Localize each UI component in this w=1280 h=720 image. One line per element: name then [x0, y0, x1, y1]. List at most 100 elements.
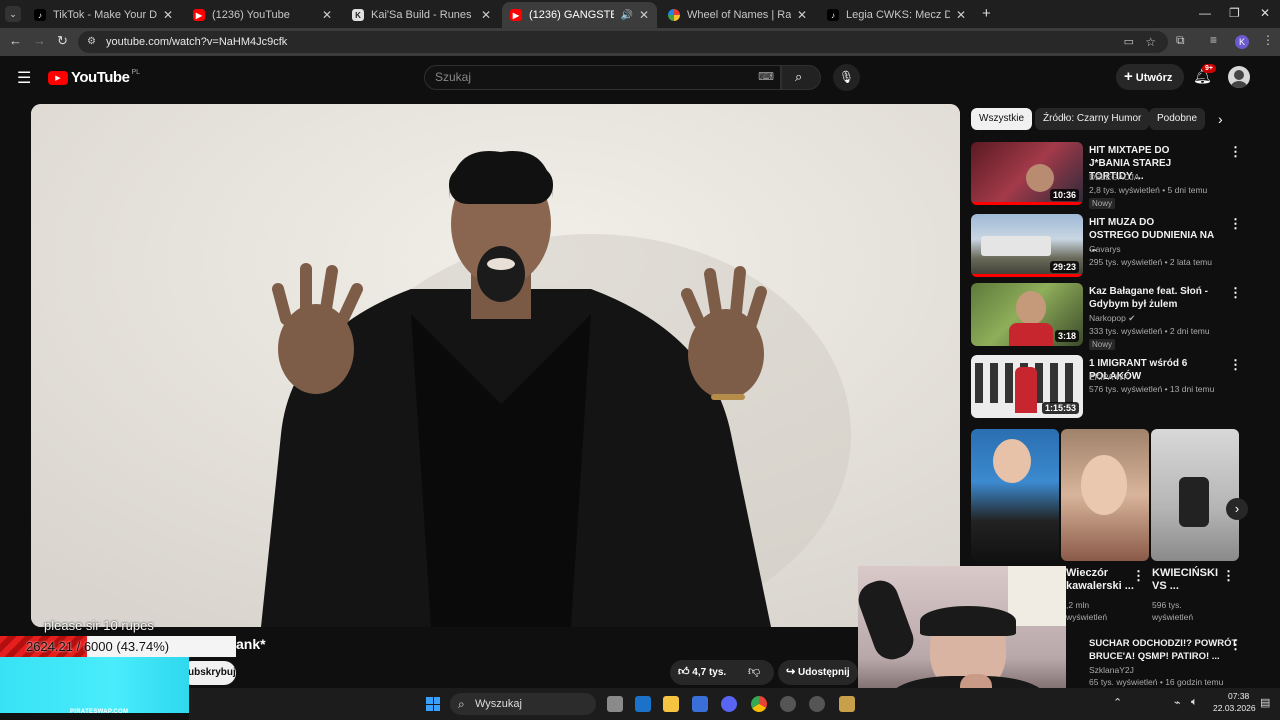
more-options-icon[interactable]: ⋮ — [1229, 357, 1242, 373]
browser-tab-wheel-of-names[interactable]: Wheel of Names | Random nam ✕ — [660, 2, 815, 28]
chips-next-chevron-icon[interactable]: › — [1218, 111, 1223, 127]
close-icon[interactable]: ✕ — [481, 8, 491, 22]
new-tab-button[interactable]: + — [982, 5, 991, 22]
url-text: youtube.com/watch?v=NaHM4Jc9cfk — [106, 36, 288, 48]
youtube-logo[interactable]: ▶ YouTube PL — [48, 69, 140, 86]
cast-icon[interactable]: ▭ — [1124, 31, 1134, 53]
more-options-icon[interactable]: ⋮ — [1229, 216, 1242, 232]
verified-icon: ✔ — [1128, 313, 1136, 323]
channel-name[interactable]: DELEGACJA — [1089, 172, 1140, 182]
notifications-button[interactable]: 🔔︎ 9+ — [1193, 64, 1216, 85]
browser-tab-gangsterskie[interactable]: ▶ (1236) GANGSTERSKIE PORA 🔊 ✕ — [502, 2, 657, 28]
reading-list-icon[interactable]: ≡ — [1210, 33, 1217, 47]
search-button[interactable]: ⌕ — [781, 65, 821, 90]
share-button[interactable]: ↪ Udostępnij — [778, 660, 858, 685]
new-badge: Nowy — [1089, 339, 1116, 350]
close-icon[interactable]: ✕ — [956, 8, 966, 22]
bookmark-star-icon[interactable]: ☆ — [1145, 31, 1156, 53]
hamburger-menu-icon[interactable]: ☰ — [17, 68, 31, 88]
outlook-icon[interactable] — [635, 696, 651, 712]
keyboard-icon[interactable]: ⌨ — [758, 66, 774, 89]
dislike-button[interactable]: 👎︎ — [748, 664, 760, 679]
search-input[interactable]: Szukaj ⌨ — [424, 65, 781, 90]
new-badge: Nowy — [1089, 198, 1116, 209]
browser-menu-icon[interactable]: ⋮ — [1262, 33, 1274, 47]
close-icon[interactable]: ✕ — [639, 8, 649, 22]
address-bar[interactable]: ⚙ youtube.com/watch?v=NaHM4Jc9cfk ▭ ☆ — [78, 31, 1168, 53]
browser-tab-legia[interactable]: ♪ Legia CWKS: Mecz Derbowy i P ✕ — [819, 2, 974, 28]
chip-similar[interactable]: Podobne — [1149, 108, 1206, 130]
network-icon[interactable]: ⌁ — [1174, 696, 1181, 709]
browser-tab-kaisa-build[interactable]: K Kai'Sa Build - Runes & Items Pa ✕ — [344, 2, 499, 28]
short-thumbnail-1[interactable] — [971, 429, 1059, 561]
forward-icon[interactable]: → — [33, 33, 46, 48]
tray-icon[interactable]: ⌃ — [1113, 696, 1122, 709]
channel-name[interactable]: Narkopop ✔ — [1089, 313, 1135, 324]
microsoft-store-icon[interactable] — [692, 696, 708, 712]
plus-icon: + — [1124, 68, 1133, 85]
video-meta: 65 tys. wyświetleń • 16 godzin temu — [1089, 677, 1224, 687]
chrome-icon[interactable] — [751, 696, 767, 712]
like-button[interactable]: 👍︎ 4,7 tys. — [678, 665, 726, 678]
account-avatar[interactable] — [1228, 66, 1250, 88]
close-icon[interactable]: ✕ — [163, 8, 173, 22]
minimize-icon[interactable]: — — [1199, 6, 1211, 20]
tiktok-icon: ♪ — [827, 9, 839, 21]
create-button[interactable]: + Utwórz — [1116, 64, 1184, 90]
clock-date[interactable]: 22.03.2026 — [1213, 703, 1256, 713]
chip-source[interactable]: Źródło: Czarny Humor — [1035, 108, 1150, 130]
clock-time[interactable]: 07:38 — [1228, 691, 1249, 701]
site-info-icon[interactable]: ⚙ — [87, 31, 96, 53]
more-options-icon[interactable]: ⋮ — [1222, 568, 1235, 584]
app-icon[interactable] — [809, 696, 825, 712]
shorts-next-button[interactable]: › — [1226, 498, 1248, 520]
short-thumbnail-3[interactable] — [1151, 429, 1239, 561]
thumbs-up-icon: 👍︎ — [678, 666, 690, 678]
file-explorer-icon[interactable] — [663, 696, 679, 712]
more-options-icon[interactable]: ⋮ — [1132, 568, 1145, 584]
related-video-2[interactable]: 29:23 HIT MUZA DO OSTREGO DUDNIENIA NA ..… — [971, 214, 1242, 282]
back-icon[interactable]: ← — [9, 33, 22, 48]
notifications-badge: 9+ — [1202, 64, 1216, 73]
close-icon[interactable]: ✕ — [322, 8, 332, 22]
close-icon[interactable]: ✕ — [797, 8, 807, 22]
related-video-3[interactable]: 3:18 Kaz Bałagane feat. Słoń - Gdybym był… — [971, 283, 1242, 351]
share-icon: ↪ — [786, 666, 796, 678]
extensions-icon[interactable]: ⧉ — [1176, 33, 1185, 48]
related-video-4[interactable]: 1:15:53 1 IMIGRANT wśród 6 POLAKÓW EKIPA… — [971, 355, 1242, 423]
tiktok-icon: ♪ — [34, 9, 46, 21]
video-player[interactable] — [31, 104, 960, 627]
short-thumbnail-2[interactable] — [1061, 429, 1149, 561]
short-title-2: KWIECIŃSKI VS ... — [1152, 567, 1218, 592]
related-video-1[interactable]: 10:36 HIT MIXTAPE DO J*BANIA STAREJ TORTI… — [971, 142, 1242, 210]
tab-search-dropdown-icon[interactable]: ⌄ — [5, 6, 21, 22]
related-video-5[interactable]: SUCHAR ODCHODZI!? POWRÓT BRUCE'A! QSMP! P… — [1066, 636, 1246, 687]
speaker-icon[interactable]: 🔊 — [620, 10, 632, 21]
channel-name[interactable]: Gavarys — [1089, 244, 1121, 254]
channel-name[interactable]: SzklanaY2J — [1089, 665, 1134, 675]
browser-tab-youtube-home[interactable]: ▶ (1236) YouTube ✕ — [185, 2, 340, 28]
app-icon[interactable] — [780, 696, 796, 712]
league-client-icon[interactable] — [839, 696, 855, 712]
short-views-1: ,2 mln wyświetleń — [1066, 600, 1108, 622]
channel-name[interactable]: EKIPA WK — [1089, 372, 1129, 382]
video-meta: 333 tys. wyświetleń • 2 dni temu — [1089, 326, 1210, 336]
taskbar-search-box[interactable]: ⌕ Wyszukaj — [450, 693, 596, 715]
task-view-icon[interactable] — [607, 696, 623, 712]
browser-tab-tiktok[interactable]: ♪ TikTok - Make Your Day ✕ — [26, 2, 181, 28]
more-options-icon[interactable]: ⋮ — [1229, 285, 1242, 301]
voice-search-button[interactable]: 🎙 — [833, 64, 860, 91]
volume-icon[interactable]: 🔈︎ — [1191, 696, 1198, 709]
profile-avatar[interactable]: K — [1235, 35, 1249, 49]
maximize-icon[interactable]: ❐ — [1229, 6, 1240, 20]
window-close-icon[interactable]: ✕ — [1260, 6, 1270, 20]
sponsor-panel: PIRATESWAP.COM — [0, 657, 189, 720]
more-options-icon[interactable]: ⋮ — [1229, 144, 1242, 160]
discord-icon[interactable] — [721, 696, 737, 712]
chip-all[interactable]: Wszystkie — [971, 108, 1032, 130]
more-options-icon[interactable]: ⋮ — [1229, 637, 1242, 653]
browser-tab-strip: ⌄ ♪ TikTok - Make Your Day ✕ ▶ (1236) Yo… — [0, 0, 1280, 28]
notification-center-icon[interactable]: ▤ — [1260, 696, 1270, 709]
start-button[interactable] — [426, 697, 440, 711]
reload-icon[interactable]: ↻ — [57, 33, 68, 49]
